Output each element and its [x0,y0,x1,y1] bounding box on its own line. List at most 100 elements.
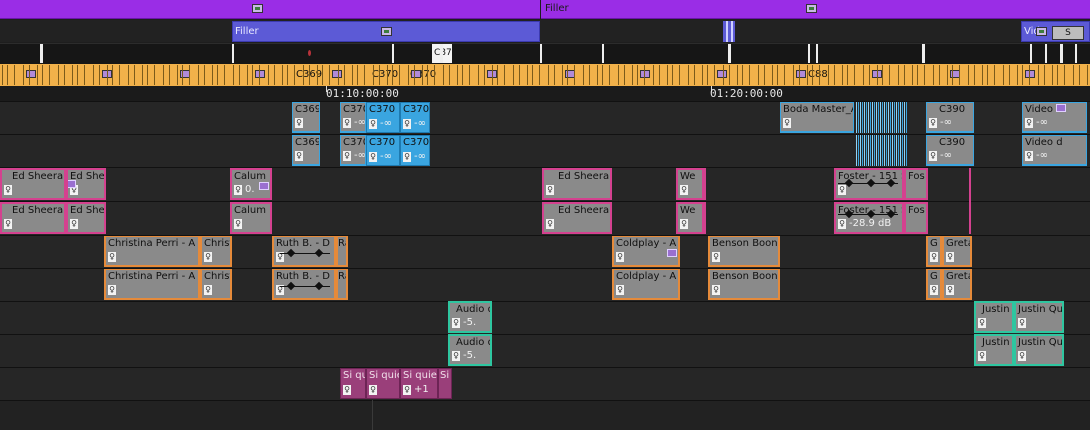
keyframe-icon[interactable]: ♀ [204,252,212,262]
audio-clip[interactable]: Greta ♀ [942,236,972,267]
video-clip[interactable]: C369 ♀ [292,102,320,133]
video-clip[interactable]: C370 ♀ -∞ [400,102,430,133]
audio-clip[interactable]: Audio d ♀ -5. [448,301,492,333]
effect-icon[interactable] [252,4,263,13]
filler-clip[interactable]: Filler [232,21,540,42]
keyframe-icon[interactable]: ♀ [616,252,624,262]
track-a6[interactable] [0,334,1090,367]
audio-clip[interactable]: Ed Shee ♀ [66,168,106,200]
video-clip[interactable]: C390 ♀ -∞ [926,102,974,133]
effect-icon[interactable] [332,70,342,78]
video-clip-slice[interactable] [878,135,879,166]
video-clip-slice[interactable] [882,102,883,133]
audio-clip[interactable]: Benson Boone ♀ [708,236,780,267]
video-clip[interactable]: C370 ♀ -∞ [340,135,366,166]
filler-banner-right[interactable]: Filler [541,0,1090,19]
video-clip-slice[interactable] [876,102,877,133]
keyframe-icon[interactable]: ♀ [4,185,12,195]
audio-clip[interactable]: Coldplay - A ♀ [612,269,680,300]
keyframe-icon[interactable]: ♀ [70,219,78,229]
video-clip-slice[interactable] [892,102,893,133]
keyframe-icon[interactable]: ♀ [930,285,938,295]
video-clip-slice[interactable] [900,135,901,166]
video-clip-slice[interactable] [880,102,881,133]
effect-icon[interactable] [259,182,269,190]
effect-icon[interactable] [1025,70,1035,78]
video-clip-slice[interactable] [886,102,887,133]
video-clip-slice[interactable] [870,102,871,133]
keyframe-icon[interactable]: ♀ [929,118,937,128]
effect-icon[interactable] [1056,104,1066,112]
marker-tick[interactable] [1045,44,1047,63]
video-clip-slice[interactable] [898,102,899,133]
effect-icon[interactable] [68,180,76,188]
video-clip-slice[interactable] [906,135,907,166]
video-clip-slice[interactable] [860,135,861,166]
video-clip[interactable]: C370 ♀ -∞ [400,135,430,166]
audio-clip[interactable]: Calum ♀ [230,202,272,234]
marker-tick[interactable] [1030,44,1032,63]
audio-clip[interactable]: Benson Boone ♀ [708,269,780,300]
keyframe-icon[interactable]: ♀ [1018,318,1026,328]
keyframe-icon[interactable]: ♀ [838,219,846,229]
audio-clip[interactable]: Justin Qu ♀ [1014,334,1064,366]
audio-clip[interactable]: Ra [336,236,348,267]
audio-clip[interactable]: Christina Perri - A T ♀ [104,236,200,267]
audio-clip[interactable]: Si [438,368,452,399]
video-clip-slice[interactable] [880,135,881,166]
video-clip-slice[interactable] [876,135,877,166]
keyframe-icon[interactable]: ♀ [403,119,411,129]
video-clip-slice[interactable] [900,102,901,133]
video-clip-slice[interactable] [860,102,861,133]
audio-clip[interactable]: Ed Sheeran ♀ [0,202,66,234]
video-clip-slice[interactable] [864,102,865,133]
video-clip-slice[interactable] [890,102,891,133]
audio-clip[interactable]: Ed Sheeran ♀ [0,168,66,200]
effect-icon[interactable] [806,4,817,13]
marker-dot[interactable] [308,50,311,56]
filler-banner-left[interactable] [0,0,540,19]
keyframe-icon[interactable]: ♀ [783,118,791,128]
video-clip-slice[interactable] [868,102,869,133]
video-clip-slice[interactable] [862,135,863,166]
marker-tick[interactable] [392,44,394,63]
keyframe-icon[interactable]: ♀ [546,185,554,195]
audio-clip[interactable]: Audio d ♀ -5. [448,334,492,366]
video-clip[interactable]: Video d ♀ -∞ [1022,135,1087,166]
video-clip-slice[interactable] [872,102,873,133]
marker-tick[interactable] [540,44,542,63]
video-clip[interactable]: Video d ♀ -∞ [1022,102,1087,133]
keyframe-icon[interactable]: ♀ [978,318,986,328]
effect-icon[interactable] [640,70,650,78]
video-clip-slice[interactable] [892,135,893,166]
audio-clip[interactable]: Foster - 151 S ♀ -28.9 dB [834,202,904,234]
video-clip-slice[interactable] [870,135,871,166]
video-filler-clip[interactable]: Vide S [1021,21,1090,42]
video-clip-slice[interactable] [904,135,905,166]
video-clip-slice[interactable] [874,102,875,133]
audio-clip[interactable]: Christina Perri - A T ♀ [104,269,200,300]
keyframe-icon[interactable]: ♀ [712,285,720,295]
keyframe-icon[interactable]: ♀ [546,219,554,229]
keyframe-icon[interactable]: ♀ [978,351,986,361]
video-clip-slice[interactable] [874,135,875,166]
video-clip-slice[interactable] [888,135,889,166]
keyframe-icon[interactable]: ♀ [930,252,938,262]
keyframe-icon[interactable]: ♀ [343,118,351,128]
effect-icon[interactable] [411,70,421,78]
video-clip-slice[interactable] [898,135,899,166]
keyframe-icon[interactable]: ♀ [234,219,242,229]
video-clip-slice[interactable] [894,135,895,166]
keyframe-icon[interactable]: ♀ [452,351,460,361]
solo-tag[interactable]: S [1052,26,1084,40]
keyframe-icon[interactable]: ♀ [403,385,411,395]
video-clip-slice[interactable] [890,135,891,166]
keyframe-icon[interactable]: ♀ [295,118,303,128]
audio-clip[interactable]: Ruth B. - D ♀ [272,236,336,267]
sequence-clip[interactable]: C370 [370,66,400,84]
keyframe-icon[interactable]: ♀ [403,152,411,162]
audio-clip[interactable]: G ♀ [926,236,942,267]
marker-tick[interactable] [440,44,443,63]
audio-clip[interactable]: Ed Shee ♀ [66,202,106,234]
effect-icon[interactable] [1036,27,1047,36]
